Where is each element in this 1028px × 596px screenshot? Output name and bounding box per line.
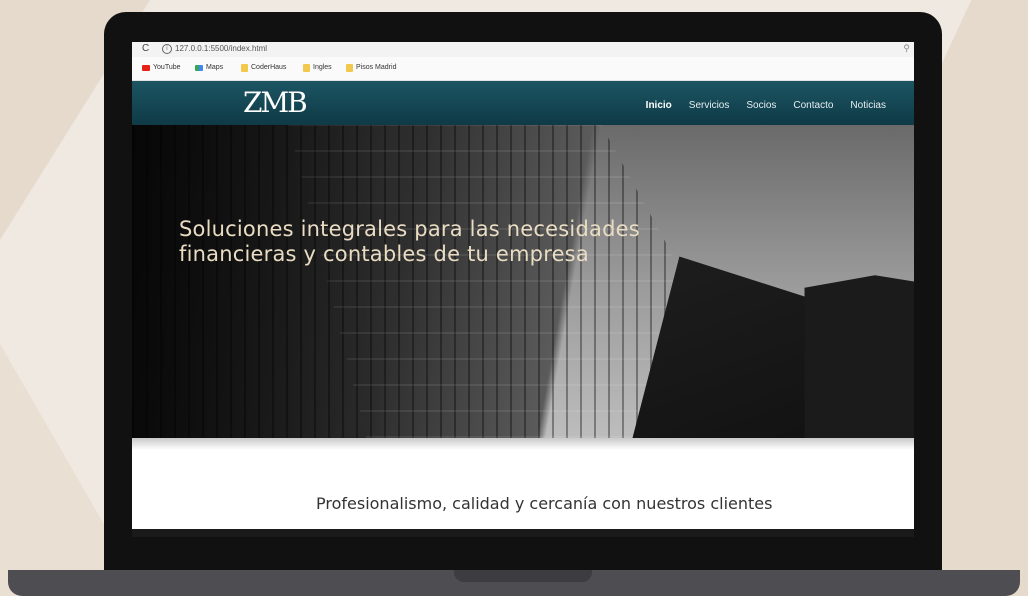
- site-info-icon[interactable]: i: [162, 44, 172, 54]
- bookmark-label: Ingles: [313, 64, 332, 71]
- folder-icon: [346, 64, 353, 72]
- bookmarks-bar: YouTube Maps CoderHaus Ingles Pisos Madr…: [132, 57, 914, 81]
- site-logo[interactable]: ZMB: [243, 87, 308, 119]
- bookmark-youtube[interactable]: YouTube: [142, 64, 181, 72]
- laptop-screen: C i 127.0.0.1:5500/index.html ⚲ YouTube …: [132, 42, 914, 537]
- background-shape: [0, 300, 120, 596]
- hero-image-shadow: [132, 125, 392, 438]
- nav-item-socios[interactable]: Socios: [746, 100, 776, 112]
- hero-heading: Soluciones integrales para las necesidad…: [179, 217, 640, 266]
- nav-item-contacto[interactable]: Contacto: [793, 100, 833, 112]
- bookmark-label: Pisos Madrid: [356, 64, 397, 71]
- url-field[interactable]: 127.0.0.1:5500/index.html: [175, 44, 267, 54]
- youtube-icon: [142, 65, 150, 71]
- reload-icon[interactable]: C: [142, 43, 149, 55]
- bookmark-label: CoderHaus: [251, 64, 287, 71]
- bookmark-pisos-madrid[interactable]: Pisos Madrid: [346, 64, 396, 72]
- browser-address-bar: C i 127.0.0.1:5500/index.html ⚲: [132, 42, 914, 57]
- bookmark-label: Maps: [206, 64, 224, 71]
- nav-item-inicio[interactable]: Inicio: [646, 100, 672, 112]
- folder-icon: [241, 64, 248, 72]
- bookmark-maps[interactable]: Maps: [195, 64, 223, 72]
- nav-item-servicios[interactable]: Servicios: [689, 100, 730, 112]
- bookmark-label: YouTube: [153, 64, 181, 71]
- site-navbar: ZMB Inicio Servicios Socios Contacto Not…: [132, 81, 914, 125]
- screen-bottom-edge: [132, 529, 914, 537]
- bookmark-ingles[interactable]: Ingles: [303, 64, 332, 72]
- zoom-icon[interactable]: ⚲: [903, 43, 910, 54]
- bookmark-coderhaus[interactable]: CoderHaus: [241, 64, 286, 72]
- maps-icon: [195, 65, 203, 71]
- laptop-notch: [454, 570, 592, 582]
- nav-menu: Inicio Servicios Socios Contacto Noticia…: [646, 100, 886, 112]
- hero-banner: Soluciones integrales para las necesidad…: [132, 125, 914, 438]
- nav-item-noticias[interactable]: Noticias: [850, 100, 886, 112]
- section-tagline: Profesionalismo, calidad y cercanía con …: [316, 494, 773, 513]
- section-divider: [132, 438, 914, 450]
- folder-icon: [303, 64, 310, 72]
